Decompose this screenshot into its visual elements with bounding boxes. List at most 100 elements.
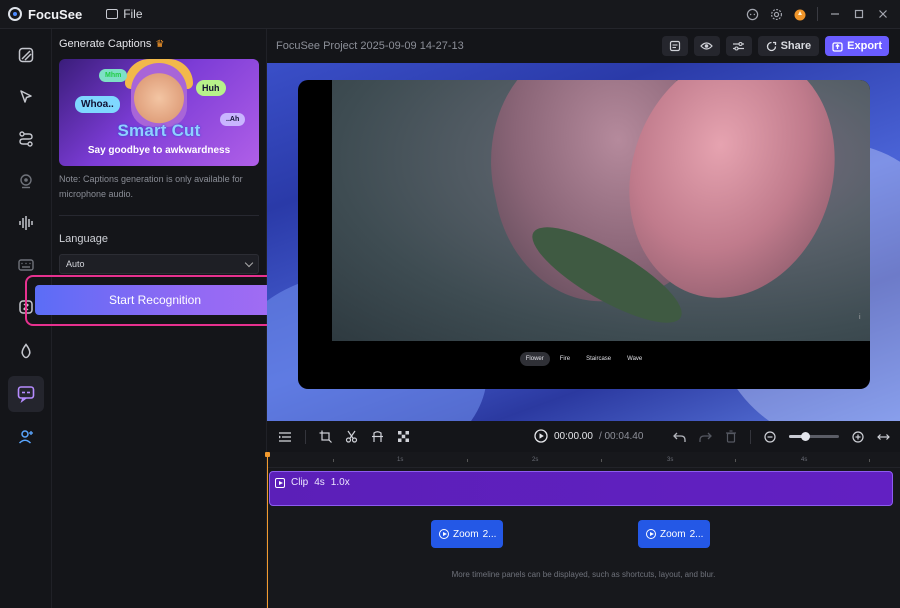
zoom-out-button[interactable] — [764, 430, 776, 443]
gear-icon[interactable] — [769, 7, 783, 21]
folder-icon — [106, 9, 119, 19]
timeline-ruler[interactable]: 1s 2s 3s 4s — [267, 452, 900, 468]
mosaic-button[interactable] — [397, 430, 410, 443]
zoom-block[interactable]: Zoom 2... — [431, 520, 503, 548]
share-button[interactable]: Share — [757, 36, 820, 56]
rail-audio[interactable] — [8, 205, 44, 241]
speech-bubble: Whoa.. — [75, 96, 120, 113]
crop-icon — [319, 430, 332, 443]
scissors-icon — [345, 430, 358, 443]
share-icon — [766, 41, 776, 51]
redo-button[interactable] — [699, 431, 712, 443]
toolbar-divider — [305, 429, 306, 444]
panel-title: Generate Captions ♛ — [59, 38, 164, 50]
clip-label: Clip 4s 1.0x — [275, 477, 350, 488]
scene-tab-fire[interactable]: Fire — [554, 352, 576, 366]
playhead-handle[interactable] — [265, 452, 270, 457]
zoom-value: 2... — [482, 528, 497, 540]
freeze-button[interactable] — [371, 430, 384, 443]
zoom-in-button[interactable] — [852, 430, 864, 443]
adjust-button[interactable] — [725, 36, 752, 56]
rail-captions[interactable] — [8, 376, 44, 412]
banner-headline: Smart Cut — [117, 121, 201, 140]
notes-button[interactable] — [661, 36, 688, 56]
close-icon[interactable] — [876, 7, 890, 21]
toolbar-divider — [750, 429, 751, 444]
align-button[interactable] — [278, 431, 292, 443]
scene-tab-staircase[interactable]: Staircase — [580, 352, 617, 366]
start-recognition-button[interactable]: Start Recognition — [35, 285, 275, 315]
clip-name: Clip — [291, 477, 309, 488]
captions-icon — [17, 386, 35, 404]
tick-mark — [467, 459, 468, 462]
export-button[interactable]: Export — [825, 36, 889, 56]
upgrade-icon[interactable] — [793, 7, 807, 21]
sliders-icon — [733, 41, 745, 51]
export-icon — [832, 41, 843, 52]
chevron-down-icon — [244, 258, 254, 267]
undo-icon — [673, 432, 686, 442]
playhead[interactable] — [265, 452, 270, 608]
crown-icon: ♛ — [155, 38, 165, 50]
play-button[interactable] — [534, 429, 548, 443]
minimize-icon[interactable] — [828, 7, 842, 21]
preview-button[interactable] — [693, 36, 720, 56]
freeze-icon — [372, 431, 383, 442]
scene-tabs: Flower Fire Staircase Wave — [298, 352, 870, 366]
cursor-icon — [20, 90, 32, 103]
tick-label: 2s — [532, 457, 539, 463]
scene-tab-wave[interactable]: Wave — [621, 352, 648, 366]
banner-tagline: Say goodbye to awkwardness — [87, 145, 231, 156]
app-name: FocuSee — [28, 6, 83, 22]
delete-button[interactable] — [725, 430, 737, 443]
timeline-toolbar: 00:00.00 / 00:04.40 — [267, 421, 900, 452]
cut-button[interactable] — [345, 430, 358, 443]
scene-tab-flower[interactable]: Flower — [519, 352, 550, 366]
slider-knob[interactable] — [801, 432, 810, 441]
video-preview[interactable]: Flower Fire Staircase Wave i — [267, 63, 900, 421]
chat-icon[interactable] — [745, 7, 759, 21]
app-logo: FocuSee — [8, 7, 82, 22]
panel-title-text: Generate Captions — [59, 38, 152, 50]
file-menu-label: File — [123, 7, 143, 21]
fit-width-icon — [877, 433, 890, 440]
crop-button[interactable] — [319, 430, 332, 443]
mosaic-icon — [398, 431, 409, 442]
tick-mark — [735, 459, 736, 462]
timeline[interactable]: 1s 2s 3s 4s Clip 4s 1.0x Zoom 2... Zoom … — [265, 452, 900, 608]
rail-avatar[interactable] — [8, 419, 44, 455]
timeline-zoom-slider[interactable] — [789, 432, 839, 441]
zoom-out-icon — [764, 430, 776, 443]
language-select[interactable]: Auto — [59, 254, 259, 274]
title-bar: FocuSee File — [0, 0, 900, 29]
banner-face-image — [131, 63, 187, 127]
clip-duration: 4s — [314, 477, 325, 488]
rail-webcam[interactable] — [8, 163, 44, 199]
captions-note: Note: Captions generation is only availa… — [59, 174, 243, 199]
zoom-label: Zoom — [453, 528, 479, 540]
zoom-block[interactable]: Zoom 2... — [638, 520, 710, 548]
panel-divider — [59, 215, 259, 216]
tick-mark — [869, 459, 870, 462]
rail-effects[interactable] — [8, 333, 44, 369]
zoom-in-icon — [852, 430, 864, 443]
maximize-icon[interactable] — [852, 7, 866, 21]
export-label: Export — [847, 40, 882, 52]
smart-cut-banner[interactable]: Mhm Whoa.. Huh ..Ah Smart Cut Say goodby… — [59, 59, 259, 166]
tick-label: 3s — [667, 457, 674, 463]
rail-path[interactable] — [8, 121, 44, 157]
video-clip[interactable]: Clip 4s 1.0x — [269, 471, 893, 506]
title-divider — [817, 7, 818, 21]
fit-timeline-button[interactable] — [877, 432, 890, 442]
redo-icon — [699, 432, 712, 442]
share-label: Share — [780, 40, 812, 52]
tick-mark — [333, 459, 334, 462]
zoom-value: 2... — [689, 528, 704, 540]
avatar-icon — [18, 430, 33, 444]
undo-button[interactable] — [673, 431, 686, 443]
flower-video-image — [332, 80, 870, 341]
file-menu[interactable]: File — [106, 7, 143, 21]
rail-cursor[interactable] — [8, 79, 44, 115]
rail-canvas[interactable] — [8, 37, 44, 73]
speech-bubble: Huh — [196, 80, 226, 96]
